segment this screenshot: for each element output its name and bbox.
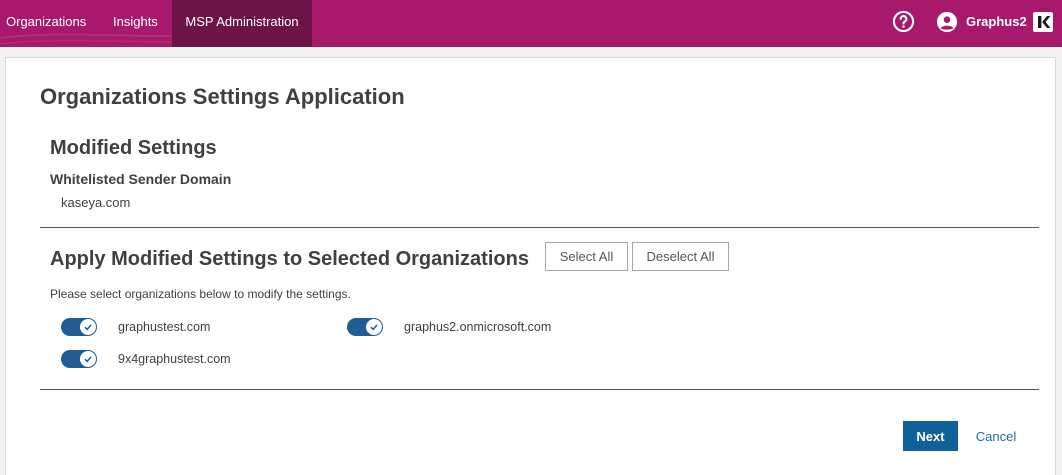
setting-value: kaseya.com [61, 195, 131, 210]
nav-tab-insights[interactable]: Insights [104, 0, 167, 47]
toggle-switch[interactable] [61, 318, 97, 336]
organization-toggle-graphustest[interactable]: graphustest.com [61, 318, 210, 336]
organization-toggle-9x4graphustest[interactable]: 9x4graphustest.com [61, 350, 231, 368]
cancel-button[interactable]: Cancel [966, 421, 1026, 451]
user-menu[interactable]: Graphus2 [936, 10, 1027, 33]
setting-name: Whitelisted Sender Domain [50, 171, 232, 187]
check-icon [84, 356, 92, 363]
deselect-all-button[interactable]: Deselect All [632, 242, 729, 271]
next-button[interactable]: Next [903, 421, 958, 451]
toggle-switch[interactable] [61, 350, 97, 368]
section-divider [40, 389, 1039, 390]
modified-settings-heading: Modified Settings [50, 137, 217, 159]
organization-name: 9x4graphustest.com [118, 352, 231, 366]
instructions-text: Please select organizations below to mod… [50, 287, 351, 301]
section-divider [40, 227, 1039, 228]
kaseya-logo-icon[interactable] [1033, 12, 1053, 32]
page-title: Organizations Settings Application [40, 84, 405, 109]
user-name: Graphus2 [966, 14, 1027, 29]
select-all-button[interactable]: Select All [545, 242, 628, 271]
top-navigation-bar: Organizations Insights MSP Administratio… [0, 0, 1062, 47]
toggle-switch[interactable] [347, 318, 383, 336]
check-icon [370, 324, 378, 331]
nav-tab-msp-administration[interactable]: MSP Administration [172, 0, 312, 47]
user-circle-icon [936, 11, 958, 32]
question-circle-icon[interactable] [892, 10, 915, 33]
organization-name: graphus2.onmicrosoft.com [404, 320, 552, 334]
organization-name: graphustest.com [118, 320, 211, 334]
kaseya-logo-mark [1038, 16, 1051, 28]
organization-toggle-graphus2-onmicrosoft[interactable]: graphus2.onmicrosoft.com [347, 318, 551, 336]
apply-settings-heading: Apply Modified Settings to Selected Orga… [50, 248, 529, 270]
nav-tab-organizations[interactable]: Organizations [0, 0, 92, 47]
check-icon [84, 324, 92, 331]
